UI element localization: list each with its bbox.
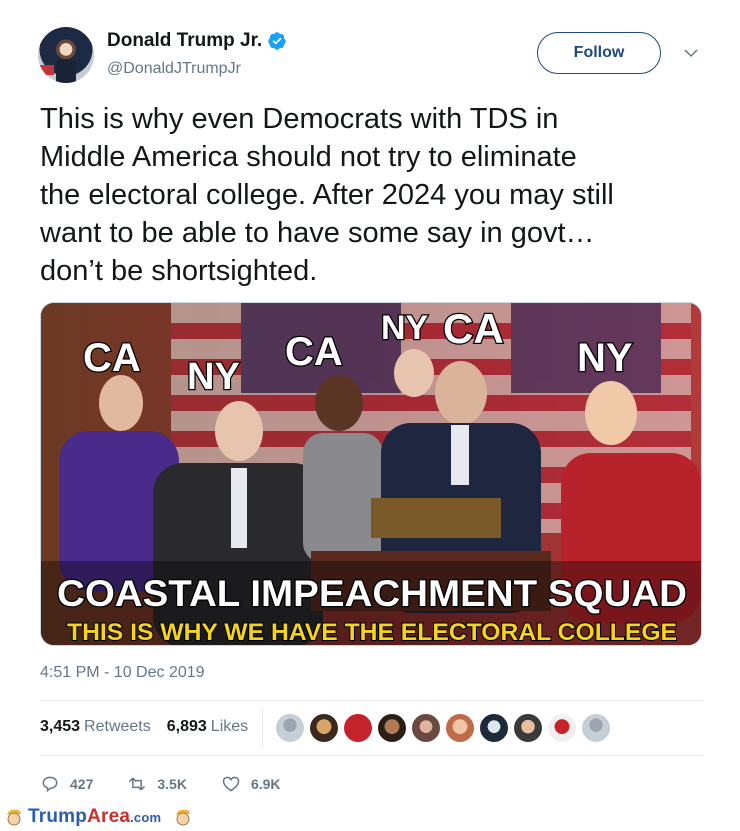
divider-bottom (40, 755, 702, 756)
verified-badge-icon (268, 32, 286, 50)
engagement-stats: 3,453 Retweets 6,893 Likes (40, 718, 248, 736)
meme-tag-ca-2: CA (285, 330, 343, 374)
liker-avatars (274, 712, 614, 744)
liker-avatar[interactable] (478, 712, 510, 744)
follow-button[interactable]: Follow (537, 32, 661, 74)
watermark-com: .com (130, 810, 162, 825)
like-count: 6.9K (250, 776, 281, 792)
likes-count: 6,893 (166, 718, 207, 735)
retweet-icon (129, 777, 146, 791)
tweet-actions: 427 3.5K 6.9K (40, 774, 315, 794)
liker-avatar[interactable] (444, 712, 476, 744)
tweet-timestamp[interactable]: 4:51 PM - 10 Dec 2019 (40, 664, 205, 682)
watermark-area: Area (87, 806, 131, 827)
author-name-row: Donald Trump Jr. (107, 30, 287, 52)
retweet-count: 3.5K (157, 776, 187, 792)
author-handle[interactable]: @DonaldJTrumpJr (107, 60, 241, 78)
meme-headline: COASTAL IMPEACHMENT SQUAD (57, 573, 687, 614)
liker-avatar[interactable] (342, 712, 374, 744)
likes-label: Likes (210, 718, 249, 735)
author-name[interactable]: Donald Trump Jr. (107, 30, 262, 52)
watermark-trump: Trump (28, 806, 88, 827)
meme-tag-ca-3: CA (443, 305, 504, 352)
trump-face-icon (176, 809, 191, 826)
liker-avatar[interactable] (512, 712, 544, 744)
trumparea-watermark: TrumpArea.com (4, 806, 193, 828)
liker-avatar[interactable] (274, 712, 306, 744)
reply-count: 427 (70, 776, 94, 792)
like-action[interactable]: 6.9K (221, 774, 281, 794)
meme-image: CA NY CA NY CA NY COASTAL IMPEACHMENT SQ… (41, 303, 701, 646)
reply-action[interactable]: 427 (40, 774, 93, 794)
like-icon (222, 776, 240, 792)
retweets-label: Retweets (84, 718, 151, 735)
tweet-text: This is why even Democrats with TDS in M… (40, 103, 614, 287)
liker-avatar[interactable] (410, 712, 442, 744)
meme-subline: THIS IS WHY WE HAVE THE ELECTORAL COLLEG… (67, 619, 677, 646)
chevron-down-icon[interactable] (682, 44, 700, 62)
liker-avatar[interactable] (376, 712, 408, 744)
watermark-text: TrumpArea.com (28, 806, 161, 828)
stats-separator (262, 708, 263, 748)
divider-top (40, 700, 702, 701)
retweet-action[interactable]: 3.5K (127, 774, 187, 794)
retweets-count: 3,453 (40, 718, 81, 735)
meme-tag-ny-1: NY (187, 356, 240, 398)
liker-avatar[interactable] (308, 712, 340, 744)
meme-tag-ny-3: NY (577, 336, 633, 380)
author-avatar[interactable] (38, 27, 94, 83)
liker-avatar[interactable] (580, 712, 612, 744)
trump-face-icon (7, 809, 21, 826)
likes-stat[interactable]: 6,893 Likes (167, 718, 248, 736)
tweet-image[interactable]: CA NY CA NY CA NY COASTAL IMPEACHMENT SQ… (40, 302, 702, 646)
liker-avatar[interactable] (546, 712, 578, 744)
avatar-figure (56, 59, 76, 83)
avatar-flag-accent (40, 65, 54, 75)
retweets-stat[interactable]: 3,453 Retweets (40, 718, 151, 736)
meme-tag-ca-1: CA (83, 336, 141, 380)
meme-tag-ny-2: NY (381, 309, 429, 347)
reply-icon (42, 776, 58, 793)
